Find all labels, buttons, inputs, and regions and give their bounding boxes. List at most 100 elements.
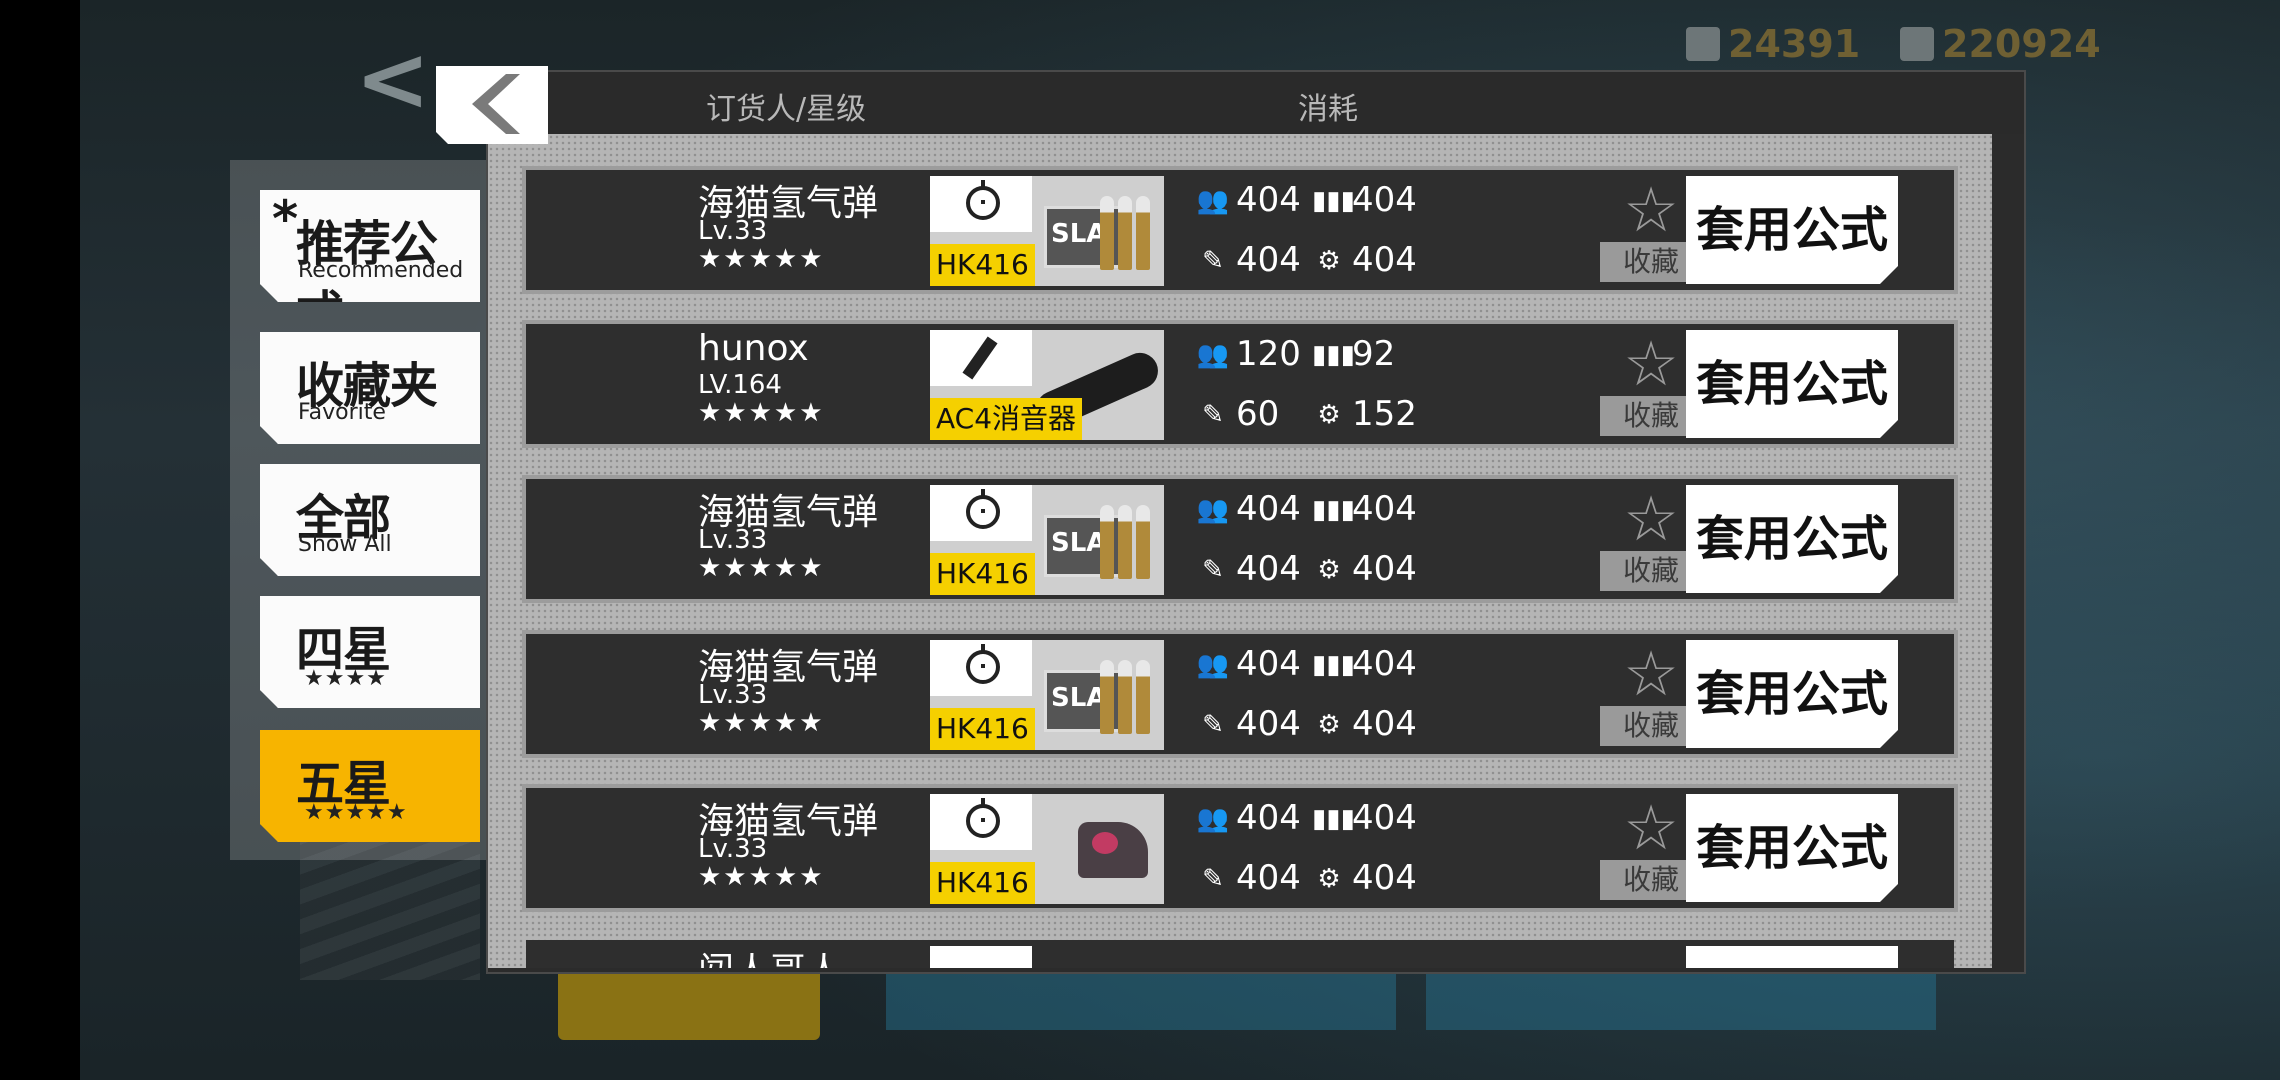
manpower-value: 404 (1236, 489, 1301, 529)
ammo-box-text: SLA (1051, 683, 1107, 713)
ammo-box-image: SLA (1038, 196, 1156, 276)
parts-value: 152 (1352, 394, 1417, 434)
parts-value: 404 (1352, 858, 1417, 898)
manpower-icon: 👥 (1196, 186, 1230, 216)
parts-icon: ⚙ (1317, 400, 1341, 430)
item-type-badge (930, 640, 1032, 696)
ammo-box-text: SLA (1051, 219, 1107, 249)
background-resource-left: 24391 (1686, 22, 1860, 66)
ammo-icon: ▮▮▮ (1312, 186, 1355, 216)
rations-icon: ✎ (1202, 864, 1224, 894)
orderer-level: Lv.33 (698, 216, 768, 246)
item-box (930, 946, 1032, 968)
rations-value: 404 (1236, 858, 1301, 898)
orderer-name: 闯人哥人 (698, 942, 842, 968)
manpower-icon: 👥 (1196, 340, 1230, 370)
tab-1[interactable]: 收藏夹 Favorite (260, 332, 480, 444)
red-dot-sight-image (1078, 822, 1148, 878)
orderer-level: Lv.33 (698, 680, 768, 710)
ammo-icon: ▮▮▮ (1312, 804, 1355, 834)
parts-value: 404 (1352, 240, 1417, 280)
manpower-value: 404 (1236, 644, 1301, 684)
ammo-type-icon (966, 644, 1000, 684)
rations-value: 404 (1236, 704, 1301, 744)
tab-4[interactable]: 五星 ★★★★★ (260, 730, 480, 842)
ammo-icon: ▮▮▮ (1312, 650, 1355, 680)
tab-0[interactable]: *推荐公式Recommended (260, 190, 480, 302)
rations-value: 404 (1236, 549, 1301, 589)
list-item[interactable]: 海猫氢气弹 Lv.33 ★★★★★ SLA HK416 👥 404 ▮▮▮404 ✎ 404 ⚙ 40… (526, 634, 1954, 754)
apply-formula-button[interactable]: 套用公式 (1686, 485, 1898, 593)
equipment-item[interactable]: HK416 (930, 794, 1164, 904)
manpower-value: 404 (1236, 798, 1301, 838)
cost-parts: ⚙ 404 (1312, 704, 1417, 744)
apply-formula-button[interactable]: 套用公式 (1686, 794, 1898, 902)
header-cost: 消耗 (1298, 92, 1358, 127)
list-item[interactable]: 海猫氢气弹 Lv.33 ★★★★★ SLA HK416 👥 404 ▮▮▮404 ✎ 404 ⚙ 40… (526, 479, 1954, 599)
item-type-badge (930, 794, 1032, 850)
rations-icon: ✎ (1202, 555, 1224, 585)
tab-sublabel: Favorite (298, 400, 386, 425)
cost-rations: ✎ 60 (1196, 394, 1279, 434)
manpower-icon: 👥 (1196, 495, 1230, 525)
parts-icon: ⚙ (1317, 555, 1341, 585)
rank-stars: ★★★★★ (698, 553, 825, 583)
tab-2[interactable]: 全部 Show All (260, 464, 480, 576)
rations-value: 60 (1236, 394, 1280, 434)
ammo-type-icon (966, 180, 1000, 220)
item-label: AC4消音器 (930, 398, 1083, 440)
rations-icon: ✎ (1202, 400, 1224, 430)
rank-stars: ★★★★★ (698, 708, 825, 738)
ammo-value: 404 (1352, 489, 1417, 529)
bullet (1136, 196, 1150, 270)
manpower-value: 404 (1236, 180, 1301, 220)
ammo-value: 92 (1352, 334, 1396, 374)
bullet (1100, 196, 1114, 270)
orderer-name: hunox (698, 328, 809, 369)
manpower-icon: 👥 (1196, 650, 1230, 680)
apply-formula-button[interactable] (1686, 946, 1898, 968)
cost-ammo: ▮▮▮404 (1312, 489, 1417, 529)
item-label: HK416 (930, 708, 1035, 750)
parts-icon: ⚙ (1317, 710, 1341, 740)
apply-formula-button[interactable]: 套用公式 (1686, 176, 1898, 284)
parts-icon: ⚙ (1317, 246, 1341, 276)
rations-icon: ✎ (1202, 710, 1224, 740)
list-item[interactable]: 海猫氢气弹 Lv.33 ★★★★★ HK416 👥 404 ▮▮▮404 ✎ 404 ⚙ 404 ☆ 收… (526, 788, 1954, 908)
apply-formula-button[interactable]: 套用公式 (1686, 640, 1898, 748)
item-label: HK416 (930, 244, 1035, 286)
tab-mark: * (272, 190, 299, 248)
manpower-icon: 👥 (1196, 804, 1230, 834)
ammo-box-image: SLA (1038, 660, 1156, 740)
list-item[interactable]: 海猫氢气弹 Lv.33 ★★★★★ SLA HK416 👥 404 ▮▮▮404 ✎ 404 ⚙ 40… (526, 170, 1954, 290)
parts-value: 404 (1352, 549, 1417, 589)
bullet (1100, 505, 1114, 579)
cost-parts: ⚙ 404 (1312, 240, 1417, 280)
background-back-button[interactable]: < (355, 35, 430, 125)
rations-icon: ✎ (1202, 246, 1224, 276)
manpower-value: 120 (1236, 334, 1301, 374)
resource-icon (1900, 27, 1934, 61)
cost-parts: ⚙ 404 (1312, 858, 1417, 898)
cost-manpower: 👥 120 (1196, 334, 1301, 374)
bullet (1136, 505, 1150, 579)
bullet (1118, 660, 1132, 734)
cost-parts: ⚙ 404 (1312, 549, 1417, 589)
formula-list[interactable]: 海猫氢气弹 Lv.33 ★★★★★ SLA HK416 👥 404 ▮▮▮404 ✎ 404 ⚙ 40… (488, 134, 1992, 968)
list-item[interactable]: hunox LV.164 ★★★★★ AC4消音器 👥 120 ▮▮▮92 ✎ 60 ⚙ 152 ☆ 收… (526, 324, 1954, 444)
tab-3[interactable]: 四星 ★★★★ (260, 596, 480, 708)
ammo-type-icon (966, 489, 1000, 529)
list-item-partial[interactable]: 闯人哥人 (526, 940, 1954, 968)
apply-formula-button[interactable]: 套用公式 (1686, 330, 1898, 438)
bullet (1118, 196, 1132, 270)
ammo-value: 404 (1352, 644, 1417, 684)
equipment-item[interactable]: SLA HK416 (930, 176, 1164, 286)
equipment-item[interactable]: SLA HK416 (930, 485, 1164, 595)
rations-value: 404 (1236, 240, 1301, 280)
equipment-item[interactable]: SLA HK416 (930, 640, 1164, 750)
ammo-box-text: SLA (1051, 528, 1107, 558)
panel-back-button[interactable] (436, 66, 548, 144)
equipment-item[interactable]: AC4消音器 (930, 330, 1164, 440)
item-label: HK416 (930, 862, 1035, 904)
rank-stars: ★★★★★ (698, 398, 825, 428)
